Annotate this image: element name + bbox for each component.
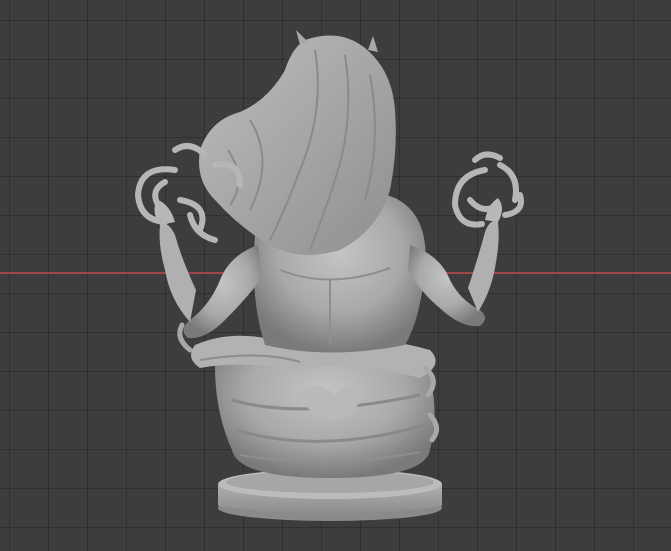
sculpted-bust-model[interactable] — [0, 0, 671, 551]
3d-viewport[interactable] — [0, 0, 671, 551]
hair — [199, 30, 396, 255]
right-arm — [408, 198, 502, 327]
